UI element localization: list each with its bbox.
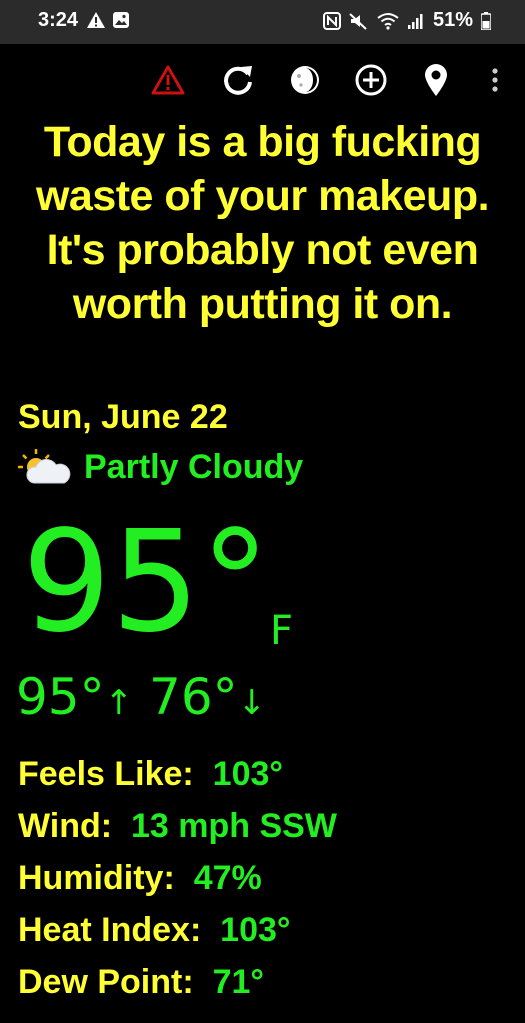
moon-phase-button[interactable] [285, 60, 325, 100]
add-icon [355, 64, 387, 96]
battery-icon [481, 11, 491, 30]
more-vert-icon [492, 68, 498, 92]
warning-button[interactable] [148, 60, 188, 100]
condition-row: Partly Cloudy [16, 447, 303, 487]
detail-label: Heat Index: [18, 911, 202, 949]
detail-wind: Wind: 13 mph SSW [18, 807, 337, 859]
status-right: 51% [322, 9, 491, 32]
detail-value: 71° [212, 963, 264, 1001]
detail-humidity: Humidity: 47% [18, 859, 337, 911]
detail-value: 13 mph SSW [131, 807, 337, 845]
nfc-icon [322, 11, 341, 30]
battery-percent: 51% [432, 9, 473, 31]
toolbar [0, 60, 525, 104]
low-temp: 76° [149, 668, 238, 726]
detail-dew-point: Dew Point: 71° [18, 963, 337, 1015]
temperature-unit: F [270, 608, 294, 654]
current-temperature: 95° [22, 501, 271, 664]
detail-label: Feels Like: [18, 755, 194, 793]
detail-label: Humidity: [18, 859, 175, 897]
alert-triangle-icon [87, 12, 105, 28]
partly-cloudy-icon [18, 449, 71, 484]
forecast-date: Sun, June 22 [18, 398, 228, 436]
status-time: 3:24 [38, 9, 79, 31]
down-arrow-icon: ↓ [237, 683, 267, 723]
warning-icon [151, 65, 185, 95]
status-bar: 3:24 51% [0, 0, 525, 44]
detail-value: 47% [193, 859, 262, 897]
mute-icon [349, 12, 367, 30]
condition-text: Partly Cloudy [84, 447, 304, 486]
detail-value: 103° [212, 755, 283, 793]
add-location-button[interactable] [351, 60, 391, 100]
refresh-button[interactable] [218, 60, 258, 100]
status-notification-icons [86, 11, 130, 29]
image-icon [113, 12, 129, 28]
detail-heat-index: Heat Index: 103° [18, 911, 337, 963]
detail-label: Wind: [18, 807, 113, 845]
detail-value: 103° [220, 911, 291, 949]
more-options-button[interactable] [475, 60, 515, 100]
moon-phase-icon [291, 66, 319, 94]
up-arrow-icon: ↑ [104, 683, 134, 723]
detail-feels-like: Feels Like: 103° [18, 755, 337, 807]
weather-details: Feels Like: 103° Wind: 13 mph SSW Humidi… [18, 755, 337, 1015]
location-button[interactable] [416, 60, 456, 100]
high-low: 95°↑ 76°↓ [16, 668, 266, 726]
location-pin-icon [425, 64, 447, 96]
weather-quote: Today is a big fucking waste of your mak… [35, 118, 490, 328]
high-temp: 95° [16, 668, 105, 726]
refresh-icon [224, 66, 252, 95]
detail-label: Dew Point: [18, 963, 194, 1001]
wifi-icon [377, 12, 399, 30]
signal-icon [407, 13, 423, 29]
